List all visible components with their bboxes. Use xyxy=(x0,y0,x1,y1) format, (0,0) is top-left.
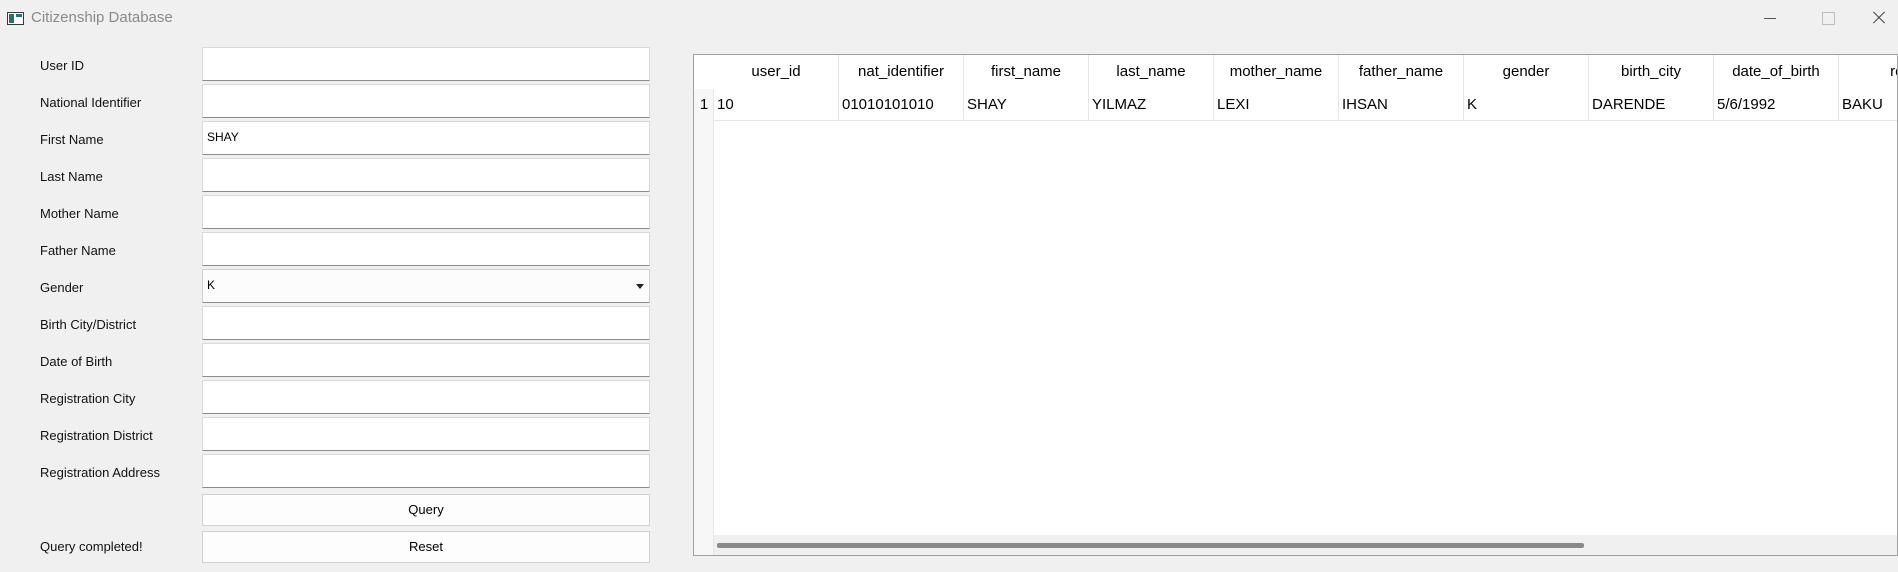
national-identifier-input[interactable] xyxy=(202,84,650,118)
results-table[interactable]: user_id nat_identifier first_name last_n… xyxy=(693,54,1898,556)
table-cell[interactable]: IHSAN xyxy=(1339,89,1464,121)
column-header[interactable]: user_id xyxy=(714,55,839,89)
table-header: user_id nat_identifier first_name last_n… xyxy=(714,55,1897,89)
column-header[interactable]: mother_name xyxy=(1214,55,1339,89)
registration-city-label: Registration City xyxy=(40,391,136,406)
title-bar: Citizenship Database xyxy=(0,0,1898,36)
birth-city-input[interactable] xyxy=(202,306,650,340)
column-header[interactable]: first_name xyxy=(964,55,1089,89)
table-cell[interactable]: 01010101010 xyxy=(839,89,964,121)
registration-district-label: Registration District xyxy=(40,428,153,443)
table-cell[interactable]: LEXI xyxy=(1214,89,1339,121)
table-corner xyxy=(694,55,714,89)
window-title: Citizenship Database xyxy=(31,9,173,26)
scrollbar-thumb[interactable] xyxy=(717,543,1584,548)
minimize-icon[interactable] xyxy=(1741,0,1799,36)
father-name-input[interactable] xyxy=(202,232,650,266)
first-name-input[interactable]: SHAY xyxy=(202,121,650,155)
first-name-label: First Name xyxy=(40,132,104,147)
date-of-birth-label: Date of Birth xyxy=(40,354,113,369)
gender-select-value: K xyxy=(207,278,216,292)
horizontal-scrollbar[interactable] xyxy=(714,535,1897,555)
table-cell[interactable]: SHAY xyxy=(964,89,1089,121)
national-identifier-label: National Identifier xyxy=(40,95,142,110)
row-header: 1 xyxy=(694,89,714,555)
column-header[interactable]: date_of_birth xyxy=(1714,55,1839,89)
chevron-down-icon[interactable] xyxy=(636,284,644,289)
table-row[interactable]: 10 01010101010 SHAY YILMAZ LEXI IHSAN K … xyxy=(714,89,1897,121)
table-cell[interactable]: 10 xyxy=(714,89,839,121)
date-of-birth-input[interactable] xyxy=(202,343,650,377)
gender-select[interactable]: K xyxy=(202,269,650,303)
table-cell[interactable]: YILMAZ xyxy=(1089,89,1214,121)
status-text: Query completed! xyxy=(40,539,143,554)
column-header[interactable]: gender xyxy=(1464,55,1589,89)
query-button[interactable]: Query xyxy=(202,494,650,526)
registration-address-input[interactable] xyxy=(202,454,650,488)
close-icon[interactable] xyxy=(1857,0,1898,36)
column-header[interactable]: reg xyxy=(1839,55,1897,89)
mother-name-label: Mother Name xyxy=(40,206,119,221)
app-window-icon xyxy=(7,12,24,25)
gender-label: Gender xyxy=(40,280,84,295)
maximize-icon[interactable] xyxy=(1799,0,1857,36)
registration-district-input[interactable] xyxy=(202,417,650,451)
last-name-label: Last Name xyxy=(40,169,103,184)
father-name-label: Father Name xyxy=(40,243,116,258)
column-header[interactable]: birth_city xyxy=(1589,55,1714,89)
reset-button[interactable]: Reset xyxy=(202,531,650,563)
birth-city-label: Birth City/District xyxy=(40,317,137,332)
column-header[interactable]: nat_identifier xyxy=(839,55,964,89)
registration-address-label: Registration Address xyxy=(40,465,160,480)
user-id-label: User ID xyxy=(40,58,85,73)
user-id-input[interactable] xyxy=(202,47,650,81)
row-number[interactable]: 1 xyxy=(694,89,714,121)
column-header[interactable]: last_name xyxy=(1089,55,1214,89)
table-cell[interactable]: 5/6/1992 xyxy=(1714,89,1839,121)
mother-name-input[interactable] xyxy=(202,195,650,229)
table-cell[interactable]: K xyxy=(1464,89,1589,121)
last-name-input[interactable] xyxy=(202,158,650,192)
table-cell[interactable]: DARENDE xyxy=(1589,89,1714,121)
column-header[interactable]: father_name xyxy=(1339,55,1464,89)
registration-city-input[interactable] xyxy=(202,380,650,414)
table-cell[interactable]: BAKU xyxy=(1839,89,1897,121)
